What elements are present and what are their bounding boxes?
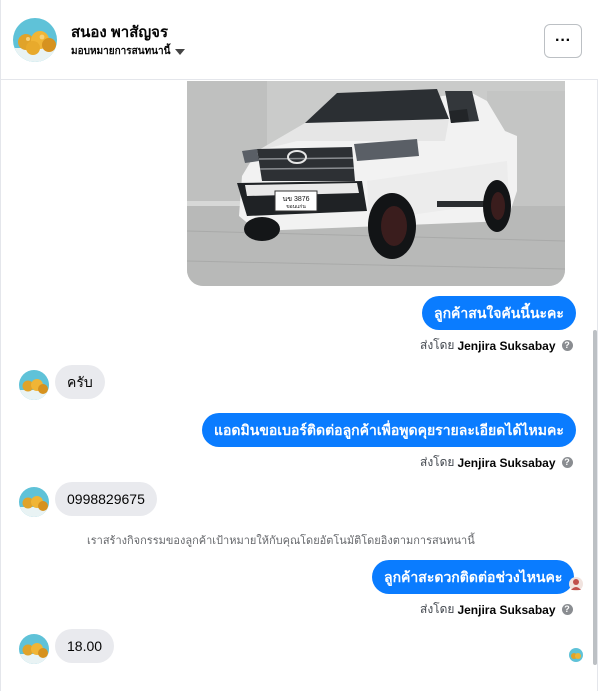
contact-name: สนอง พาสัญจร	[71, 24, 169, 41]
seen-by-contact-icon	[569, 648, 583, 662]
scrollbar-thumb[interactable]	[593, 330, 597, 665]
help-icon[interactable]: ?	[561, 457, 573, 468]
plate-number: นข 3876	[282, 196, 309, 203]
incoming-message[interactable]: 18.00	[55, 629, 115, 663]
assign-label: มอบหมายการสนทนานี้	[71, 46, 171, 57]
caret-down-icon	[175, 48, 186, 55]
sent-by-prefix: ส่งโดย	[420, 602, 455, 616]
contact-avatar[interactable]	[13, 18, 57, 62]
sent-by-label: ส่งโดย Jenjira Suksabay ?	[420, 600, 573, 619]
seen-by-avatar-icon	[569, 577, 583, 591]
contact-avatar-small[interactable]	[19, 370, 49, 400]
help-icon[interactable]: ?	[561, 340, 573, 351]
outgoing-message[interactable]: ลูกค้าสนใจคันนี้นะคะ	[422, 296, 576, 330]
conversation-header: สนอง พาสัญจร มอบหมายการสนทนานี้ ···	[1, 0, 598, 80]
outgoing-message[interactable]: แอดมินขอเบอร์ติดต่อลูกค้าเพื่อพูดคุยรายล…	[202, 413, 576, 447]
contact-avatar-small[interactable]	[19, 634, 49, 664]
incoming-message[interactable]: ครับ	[55, 365, 105, 399]
assign-conversation-dropdown[interactable]: มอบหมายการสนทนานี้	[71, 44, 186, 59]
outgoing-message[interactable]: ลูกค้าสะดวกติดต่อช่วงไหนคะ	[372, 560, 575, 594]
more-options-button[interactable]: ···	[544, 24, 582, 58]
contact-avatar-small[interactable]	[19, 487, 49, 517]
sent-by-name: Jenjira Suksabay	[457, 338, 556, 353]
sent-by-name: Jenjira Suksabay	[457, 455, 556, 470]
help-icon[interactable]: ?	[561, 604, 573, 615]
sent-by-name: Jenjira Suksabay	[457, 602, 556, 617]
sent-by-label: ส่งโดย Jenjira Suksabay ?	[420, 336, 573, 355]
sent-by-prefix: ส่งโดย	[420, 455, 455, 469]
system-note: เราสร้างกิจกรรมของลูกค้าเป้าหมายให้กับคุ…	[87, 535, 475, 547]
sent-by-prefix: ส่งโดย	[420, 338, 455, 352]
sent-by-label: ส่งโดย Jenjira Suksabay ?	[420, 453, 573, 472]
incoming-message[interactable]: 0998829675	[55, 482, 157, 516]
plate-province: ขอนแก่น	[286, 204, 306, 210]
vehicle-photo[interactable]: นข 3876 ขอนแก่น	[187, 81, 565, 286]
chat-window: สนอง พาสัญจร มอบหมายการสนทนานี้ ··· นข 3…	[0, 0, 598, 691]
